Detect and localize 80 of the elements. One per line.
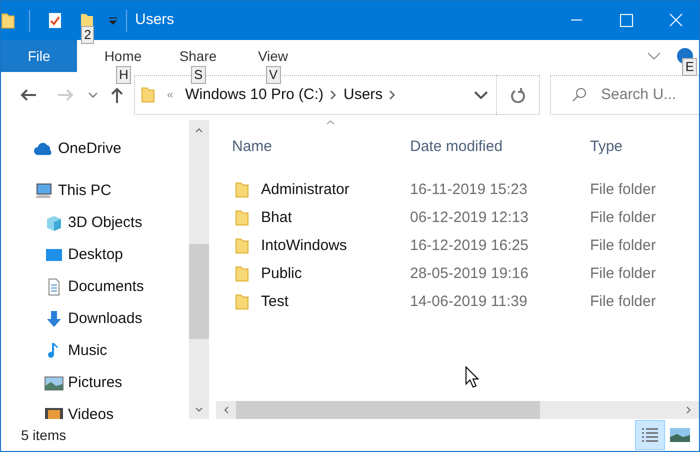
- search-icon: [571, 87, 587, 103]
- refresh-icon: [511, 87, 525, 103]
- type-cell-text: File folder: [589, 236, 656, 256]
- pictures-icon: [44, 374, 64, 392]
- file-row[interactable]: Public 28-05-2019 19:16 File folder: [216, 260, 699, 288]
- type-cell-text: File folder: [589, 208, 656, 228]
- key-tip: H: [116, 66, 132, 84]
- details-view-button[interactable]: [635, 420, 665, 450]
- key-tip: E: [682, 58, 697, 76]
- file-name: Administrator: [261, 180, 350, 200]
- key-tip: 2: [81, 26, 94, 44]
- file-name: IntoWindows: [261, 236, 347, 256]
- details-view-icon: [641, 427, 659, 443]
- folder-icon: [235, 182, 249, 198]
- nav-item[interactable]: Downloads: [1, 303, 189, 335]
- window-title: Users: [135, 10, 174, 30]
- chevron-down-icon[interactable]: [474, 91, 488, 99]
- download-icon: [44, 310, 64, 328]
- computer-icon: [34, 182, 54, 200]
- folder-icon: [235, 238, 249, 254]
- chevron-down-icon[interactable]: [647, 52, 661, 60]
- type-cell-text: File folder: [589, 292, 656, 312]
- horizontal-scrollbar[interactable]: [216, 401, 699, 419]
- folder-icon: [141, 87, 155, 103]
- file-row[interactable]: Administrator 16-11-2019 15:23 File folder: [216, 176, 699, 204]
- breadcrumb[interactable]: Windows 10 Pro (C:): [185, 84, 324, 106]
- large-icons-view-icon: [670, 428, 690, 442]
- type-cell-text: File folder: [589, 264, 656, 284]
- file-row[interactable]: IntoWindows 16-12-2019 16:25 File folder: [216, 232, 699, 260]
- nav-item[interactable]: 3D Objects: [1, 207, 189, 239]
- nav-item[interactable]: Videos: [1, 399, 189, 419]
- scroll-thumb[interactable]: [236, 401, 540, 419]
- refresh-button[interactable]: [497, 75, 540, 115]
- dropdown-icon[interactable]: [108, 16, 118, 24]
- breadcrumb[interactable]: Users: [344, 84, 383, 106]
- folder-icon: [235, 266, 249, 282]
- recent-dropdown-icon[interactable]: [88, 92, 98, 98]
- status-text: 5 items: [21, 426, 66, 444]
- type-cell-text: File folder: [589, 180, 656, 200]
- folder-icon: [1, 12, 15, 28]
- back-icon[interactable]: [19, 88, 37, 102]
- search-field[interactable]: Search U...: [550, 75, 699, 115]
- column-header[interactable]: Name: [216, 136, 405, 158]
- overflow-chevron[interactable]: «: [167, 86, 174, 104]
- nav-item[interactable]: OneDrive: [1, 133, 189, 165]
- date-cell-text: 16-12-2019 16:25: [409, 236, 530, 256]
- nav-item[interactable]: Desktop: [1, 239, 189, 271]
- mouse-cursor-icon: [465, 366, 479, 388]
- date-cell-text: 14-06-2019 11:39: [409, 292, 528, 312]
- date-cell-text: 28-05-2019 19:16: [409, 264, 530, 284]
- new-folder-icon[interactable]: [80, 12, 94, 28]
- file-name: Test: [261, 292, 289, 312]
- nav-item[interactable]: This PC: [1, 175, 189, 207]
- file-tab[interactable]: File: [1, 40, 77, 72]
- file-name: Bhat: [261, 208, 292, 228]
- film-icon: [44, 406, 64, 419]
- nav-item[interactable]: Music: [1, 335, 189, 367]
- date-cell-text: 06-12-2019 12:13: [409, 208, 530, 228]
- file-row[interactable]: Test 14-06-2019 11:39 File folder: [216, 288, 699, 316]
- key-tip: S: [191, 66, 206, 84]
- chevron-right-icon[interactable]: [388, 90, 395, 100]
- cube-icon: [44, 214, 64, 232]
- up-icon[interactable]: [110, 87, 124, 103]
- key-tip: V: [266, 66, 281, 84]
- date-cell-text: 16-11-2019 15:23: [409, 180, 528, 200]
- properties-icon[interactable]: [48, 12, 62, 29]
- file-row[interactable]: Bhat 06-12-2019 12:13 File folder: [216, 204, 699, 232]
- folder-icon: [235, 294, 249, 310]
- column-header[interactable]: Type: [585, 136, 699, 158]
- column-header[interactable]: Date modified: [405, 136, 585, 158]
- chevron-right-icon[interactable]: [330, 90, 336, 100]
- nav-item[interactable]: Documents: [1, 271, 189, 303]
- sort-caret-icon: [326, 120, 335, 125]
- scrollbar[interactable]: [189, 120, 209, 419]
- cloud-icon: [34, 140, 54, 158]
- file-name: Public: [261, 264, 302, 284]
- nav-item[interactable]: Pictures: [1, 367, 189, 399]
- scroll-thumb[interactable]: [189, 244, 209, 339]
- desktop-icon: [44, 246, 64, 264]
- folder-icon: [235, 210, 249, 226]
